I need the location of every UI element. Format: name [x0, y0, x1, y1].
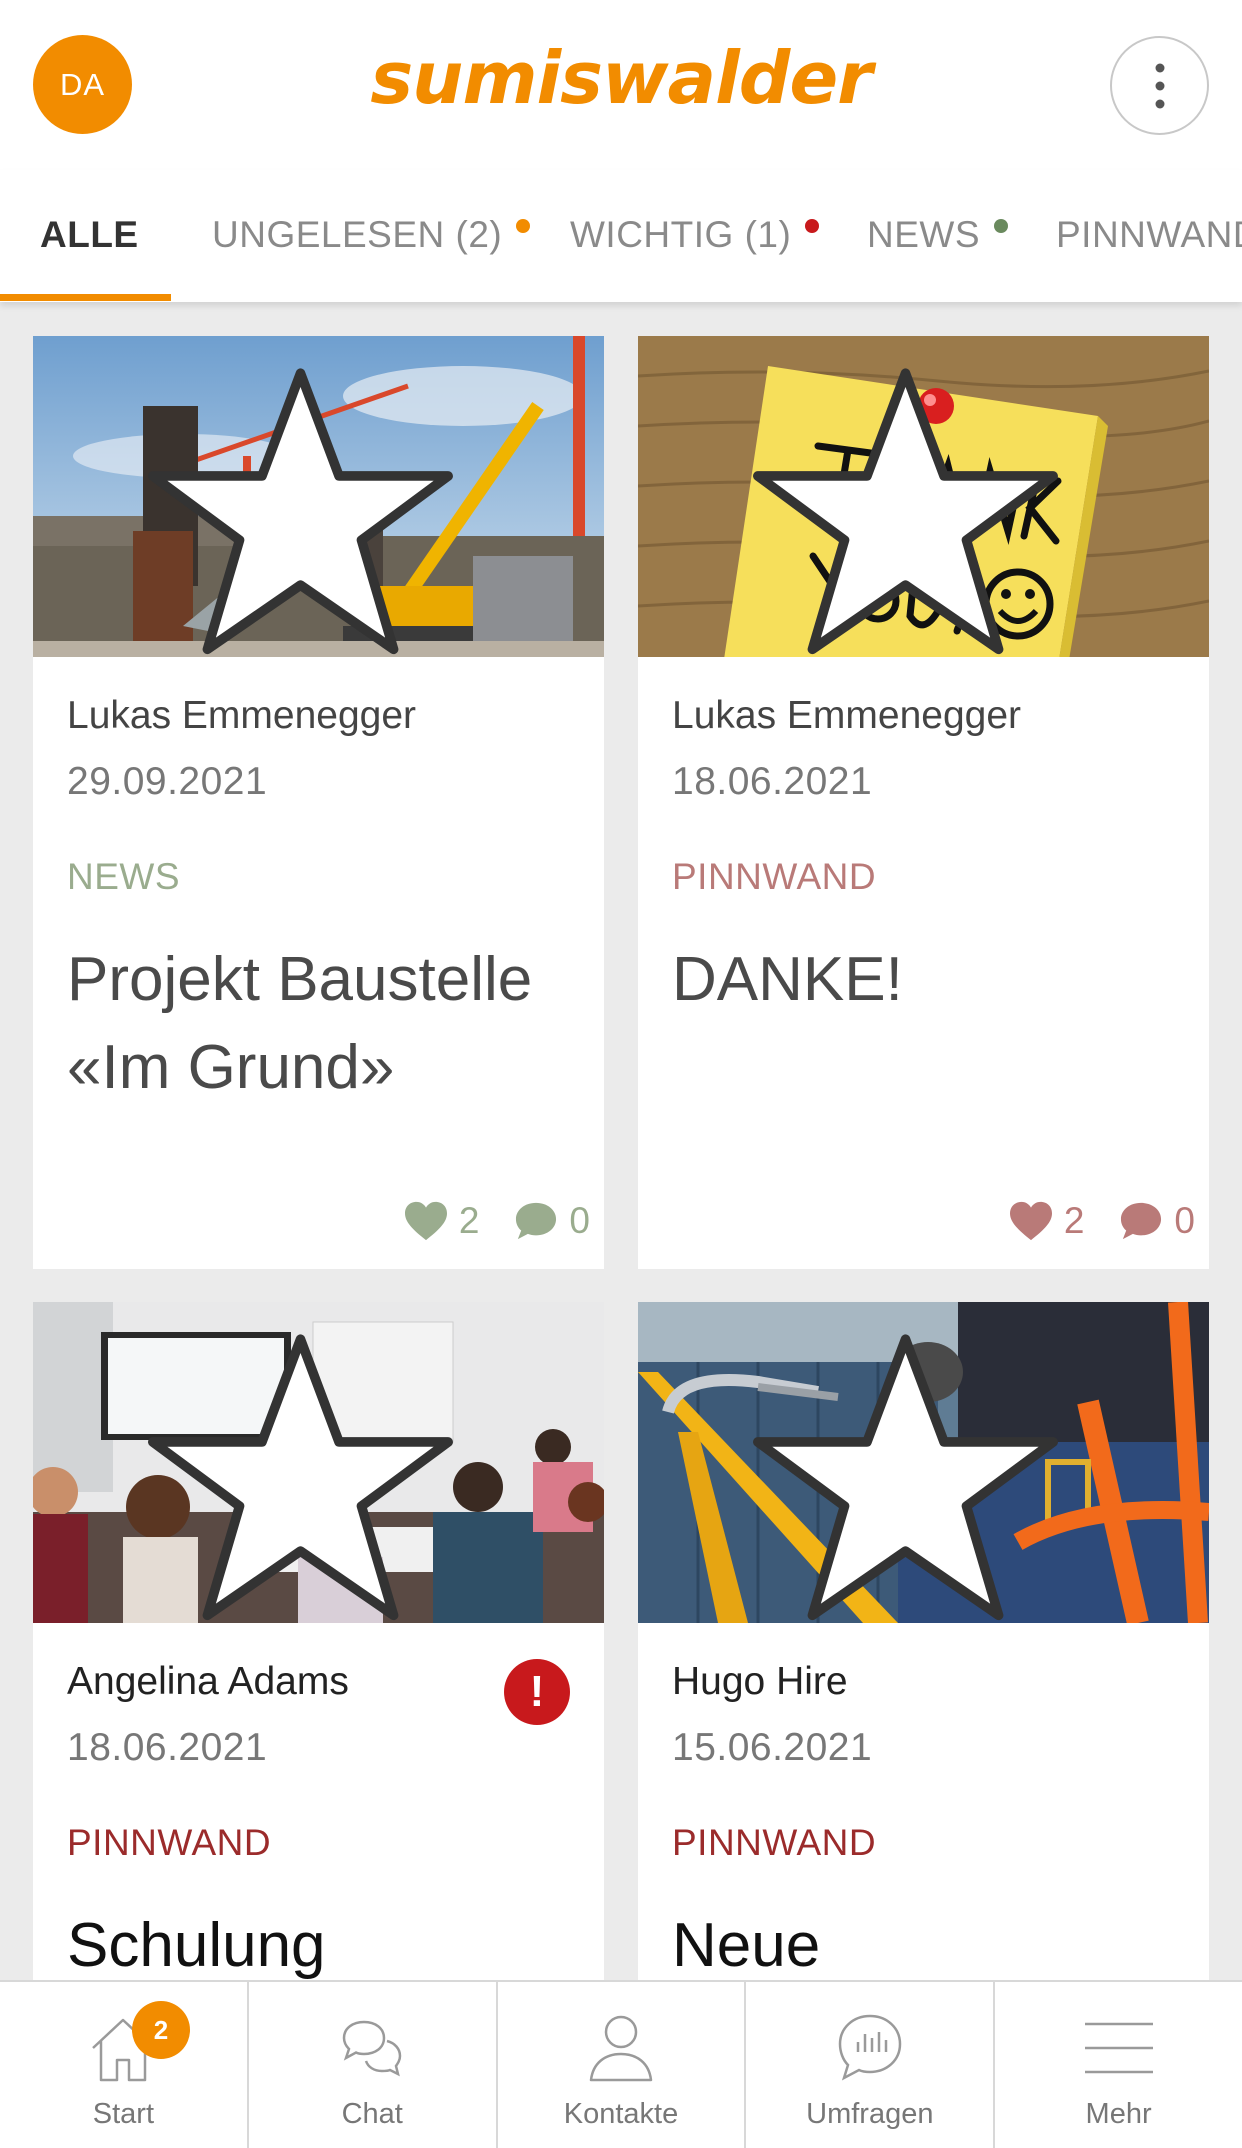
post-card[interactable]: Lukas Emmenegger 29.09.2021 NEWS Projekt…: [33, 336, 604, 1269]
app-header: DA sumiswalder: [0, 0, 1242, 170]
nav-label: Chat: [341, 2098, 403, 2130]
tab-pinnwand[interactable]: PINNWAND: [1056, 214, 1242, 256]
post-title[interactable]: Schulung: [67, 1902, 567, 1990]
post-stats: 2 0: [403, 1200, 590, 1242]
hamburger-icon: [1084, 2022, 1153, 2074]
post-image-thank-you: [638, 336, 1209, 657]
post-title[interactable]: DANKE!: [672, 936, 1172, 1024]
tab-count: (1): [744, 214, 792, 255]
post-title[interactable]: Projekt Baustelle «Im Grund»: [67, 936, 567, 1112]
post-category: PINNWAND: [672, 856, 877, 897]
post-category: PINNWAND: [67, 1822, 272, 1863]
favorite-star-icon[interactable]: [638, 354, 1191, 657]
heart-icon[interactable]: [403, 1200, 449, 1242]
nav-label: Start: [92, 2098, 155, 2130]
like-count: 2: [458, 1200, 480, 1241]
nav-label: Umfragen: [806, 2098, 934, 2130]
bottom-navigation: 2 Start Chat Kontakte Umfragen Mehr: [0, 1980, 1242, 2148]
active-tab-indicator: [0, 294, 171, 301]
more-vertical-icon: [1155, 63, 1164, 108]
heart-icon[interactable]: [1008, 1200, 1054, 1242]
nav-label: Mehr: [1085, 2098, 1152, 2130]
person-icon: [589, 2015, 653, 2082]
tab-alle[interactable]: ALLE: [40, 214, 139, 256]
post-author: Lukas Emmenegger: [67, 694, 417, 737]
nav-chat[interactable]: Chat: [249, 1982, 498, 2148]
post-author: Angelina Adams: [67, 1660, 349, 1703]
post-author: Lukas Emmenegger: [672, 694, 1022, 737]
tab-news[interactable]: NEWS: [867, 214, 1008, 256]
notification-badge: 2: [132, 2001, 190, 2059]
post-card[interactable]: Lukas Emmenegger 18.06.2021 PINNWAND DAN…: [638, 336, 1209, 1269]
post-date: 29.09.2021: [67, 760, 268, 803]
poll-icon: [838, 2014, 902, 2081]
comment-count: 0: [569, 1200, 590, 1241]
brand-logo: sumiswalder: [370, 36, 872, 120]
post-image-training: [33, 1302, 604, 1623]
post-date: 15.06.2021: [672, 1726, 873, 1769]
tab-status-dot: [994, 219, 1008, 233]
tab-label: ALLE: [40, 214, 139, 255]
chat-icon: [342, 2020, 402, 2077]
favorite-star-icon[interactable]: [33, 354, 586, 657]
tab-ungelesen[interactable]: UNGELESEN (2): [212, 214, 531, 256]
favorite-star-icon[interactable]: [638, 1320, 1191, 1623]
important-badge: !: [504, 1659, 570, 1725]
nav-start[interactable]: 2 Start: [0, 1982, 249, 2148]
post-image-construction: [33, 336, 604, 657]
post-title[interactable]: Neue: [672, 1902, 1172, 1990]
post-date: 18.06.2021: [67, 1726, 268, 1769]
tab-label: PINNWAND: [1056, 214, 1242, 255]
user-avatar[interactable]: DA: [33, 35, 132, 134]
tab-wichtig[interactable]: WICHTIG (1): [570, 214, 820, 256]
tab-status-dot: [805, 219, 820, 233]
like-count: 2: [1063, 1200, 1085, 1241]
comment-icon[interactable]: [1118, 1200, 1164, 1242]
post-card[interactable]: Hugo Hire 15.06.2021 PINNWAND Neue: [638, 1302, 1209, 2002]
post-image-harness: [638, 1302, 1209, 1623]
nav-label: Kontakte: [563, 2098, 679, 2130]
nav-umfragen[interactable]: Umfragen: [746, 1982, 996, 2148]
nav-kontakte[interactable]: Kontakte: [498, 1982, 747, 2148]
comment-count: 0: [1174, 1200, 1195, 1241]
nav-mehr[interactable]: Mehr: [995, 1982, 1242, 2148]
tab-label: NEWS: [867, 214, 980, 255]
filter-tabs: ALLE UNGELESEN (2) WICHTIG (1) NEWS PINN…: [0, 170, 1242, 302]
post-author: Hugo Hire: [672, 1660, 848, 1703]
post-date: 18.06.2021: [672, 760, 873, 803]
post-category: PINNWAND: [672, 1822, 877, 1863]
tab-status-dot: [516, 219, 531, 233]
post-card[interactable]: Angelina Adams ! 18.06.2021 PINNWAND Sch…: [33, 1302, 604, 2002]
tab-label: WICHTIG: [570, 214, 734, 255]
overflow-menu-button[interactable]: [1110, 36, 1209, 135]
post-stats: 2 0: [1008, 1200, 1195, 1242]
post-category: NEWS: [67, 856, 180, 897]
favorite-star-icon[interactable]: [33, 1320, 586, 1623]
comment-icon[interactable]: [513, 1200, 559, 1242]
tab-label: UNGELESEN: [212, 214, 445, 255]
tab-count: (2): [455, 214, 503, 255]
